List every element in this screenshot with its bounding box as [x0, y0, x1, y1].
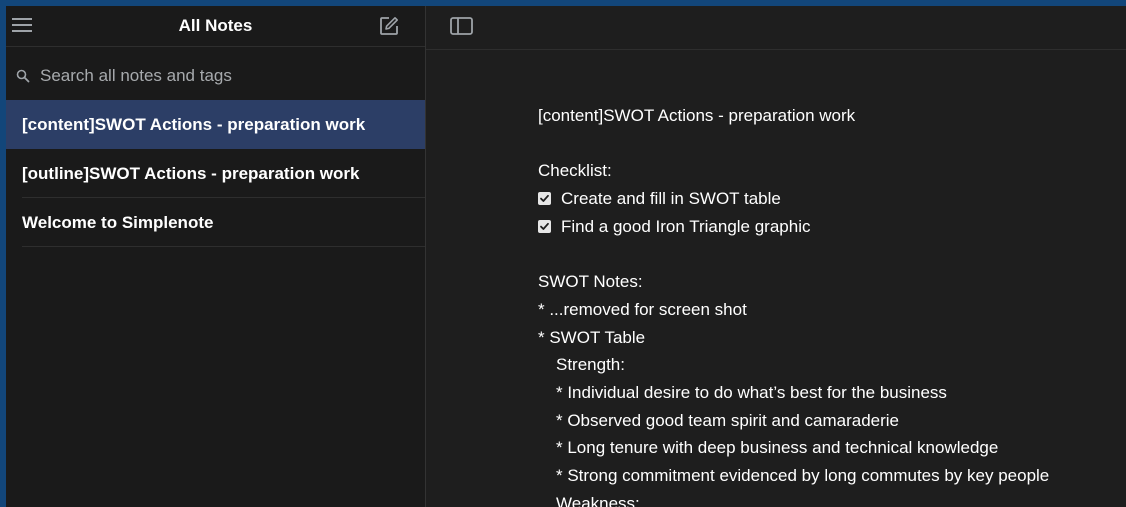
sidebar-toggle-icon[interactable]: [450, 16, 474, 36]
swot-heading: SWOT Notes:: [538, 272, 643, 292]
checklist-heading: Checklist:: [538, 161, 612, 181]
swot-bullet: * SWOT Table: [538, 327, 646, 347]
note-list-item-title: [outline]SWOT Actions - preparation work: [22, 164, 360, 183]
checklist-item[interactable]: Create and fill in SWOT table: [538, 185, 1126, 213]
strength-heading: Strength:: [556, 355, 625, 375]
strength-bullet: * Long tenure with deep business and tec…: [556, 438, 999, 458]
editor-toolbar: [426, 6, 1126, 50]
new-note-icon[interactable]: [378, 15, 400, 37]
checkbox-checked-icon[interactable]: [538, 220, 551, 234]
simplenote-window: All Notes [content]SWOT Actions - prepar…: [6, 6, 1126, 507]
note-title-line: [content]SWOT Actions - preparation work: [538, 106, 856, 125]
hamburger-menu-icon[interactable]: [12, 16, 34, 34]
notes-sidebar: All Notes [content]SWOT Actions - prepar…: [6, 6, 426, 507]
search-icon: [16, 69, 30, 83]
note-list: [content]SWOT Actions - preparation work…: [6, 100, 425, 247]
note-list-item-title: [content]SWOT Actions - preparation work: [22, 115, 366, 134]
strength-bullet: * Strong commitment evidenced by long co…: [556, 465, 1050, 485]
swot-bullet: * ...removed for screen shot: [538, 299, 747, 319]
search-bar: [6, 47, 425, 100]
note-list-item[interactable]: Welcome to Simplenote: [6, 198, 425, 247]
strength-bullet: * Individual desire to do what’s best fo…: [556, 382, 947, 402]
checklist-item[interactable]: Find a good Iron Triangle graphic: [538, 213, 1126, 241]
note-content[interactable]: [content]SWOT Actions - preparation work…: [538, 102, 1126, 507]
note-editor: [content]SWOT Actions - preparation work…: [426, 6, 1126, 507]
note-list-item-selected[interactable]: [content]SWOT Actions - preparation work: [6, 100, 425, 149]
strength-bullet: * Observed good team spirit and camarade…: [556, 410, 900, 430]
checklist-item-text: Create and fill in SWOT table: [561, 189, 781, 209]
checklist-item-text: Find a good Iron Triangle graphic: [561, 216, 811, 236]
note-list-item[interactable]: [outline]SWOT Actions - preparation work: [6, 149, 425, 198]
sidebar-header: All Notes: [6, 6, 425, 47]
sidebar-title: All Notes: [178, 16, 253, 35]
weakness-heading: Weakness:: [556, 493, 640, 507]
search-input[interactable]: [40, 63, 410, 89]
note-list-item-title: Welcome to Simplenote: [22, 213, 214, 232]
checkbox-checked-icon[interactable]: [538, 192, 551, 206]
